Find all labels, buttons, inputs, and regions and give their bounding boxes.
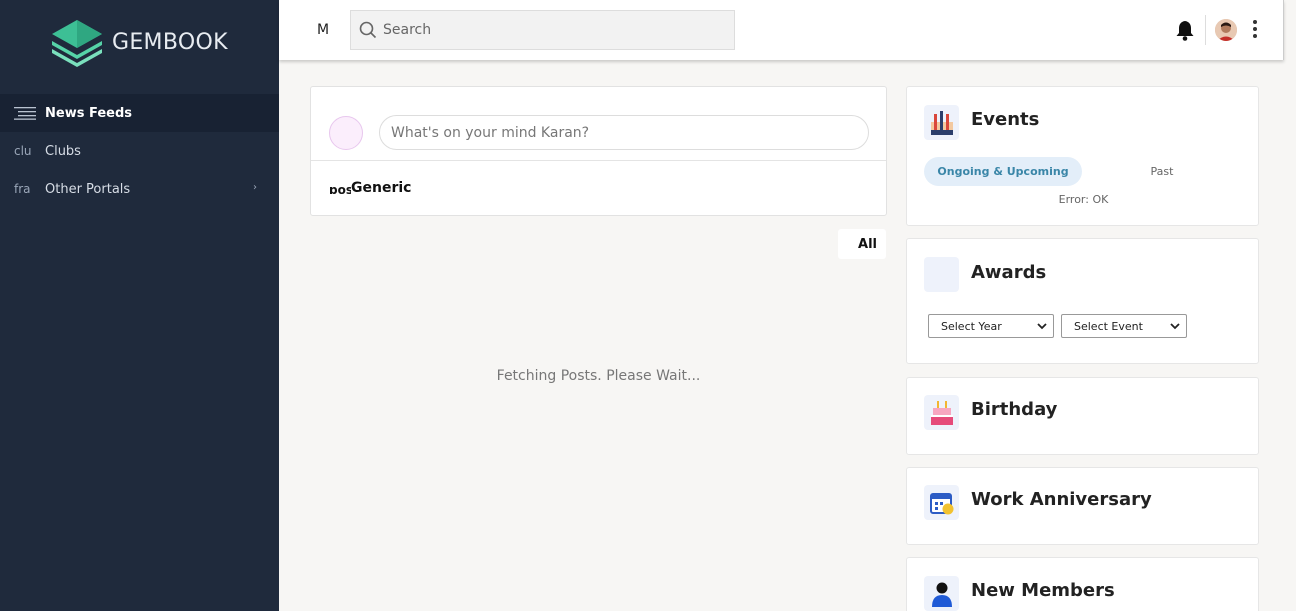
card-title: Awards xyxy=(971,262,1047,283)
sidebar: GEMBOOK News Feeds clu Clubs fra Other P… xyxy=(0,0,279,611)
chevron-right-icon: › xyxy=(253,182,257,193)
portals-icon: fra xyxy=(14,182,31,196)
awards-icon xyxy=(924,257,959,292)
birthday-card: Birthday xyxy=(906,377,1259,455)
card-title: Birthday xyxy=(971,399,1058,420)
calendar-icon xyxy=(924,485,959,520)
divider xyxy=(311,160,886,161)
work-anniversary-card: Work Anniversary xyxy=(906,467,1259,545)
tab-ongoing-upcoming[interactable]: Ongoing & Upcoming xyxy=(924,157,1082,186)
loading-text: Fetching Posts. Please Wait... xyxy=(496,368,701,384)
select-value: Select Event xyxy=(1074,319,1143,333)
brand-name: GEMBOOK xyxy=(112,29,228,55)
year-select[interactable]: Select Year xyxy=(928,314,1054,338)
avatar[interactable] xyxy=(1215,19,1237,41)
sidebar-item-clubs[interactable]: clu Clubs xyxy=(0,132,279,170)
post-composer: What's on your mind Karan? pos Generic xyxy=(310,86,887,216)
search-input[interactable] xyxy=(383,22,713,38)
sidebar-item-other-portals[interactable]: fra Other Portals › xyxy=(0,170,279,208)
layers-logo-icon xyxy=(52,20,102,67)
tab-generic[interactable]: pos Generic xyxy=(329,180,411,196)
chevron-down-icon xyxy=(1037,323,1047,330)
sidebar-item-label: Other Portals xyxy=(45,181,131,197)
sidebar-nav: News Feeds clu Clubs fra Other Portals › xyxy=(0,94,279,208)
card-title: Events xyxy=(971,109,1040,130)
tab-past[interactable]: Past xyxy=(1127,157,1197,186)
kebab-icon[interactable] xyxy=(1253,20,1257,38)
events-card: Events Ongoing & Upcoming Past Error: OK xyxy=(906,86,1259,226)
status-text: Error: OK xyxy=(1058,193,1109,206)
person-icon xyxy=(924,576,959,611)
topbar: M xyxy=(279,0,1284,60)
cake-icon xyxy=(924,395,959,430)
menu-toggle[interactable]: M xyxy=(317,22,329,38)
post-type-icon: pos xyxy=(329,183,351,194)
post-input[interactable]: What's on your mind Karan? xyxy=(379,115,869,150)
chevron-down-icon xyxy=(1170,323,1180,330)
brand[interactable]: GEMBOOK xyxy=(50,14,228,70)
search-icon xyxy=(359,21,377,39)
divider xyxy=(1205,15,1206,45)
bell-icon[interactable] xyxy=(1175,18,1195,42)
select-value: Select Year xyxy=(941,319,1002,333)
card-title: Work Anniversary xyxy=(971,489,1152,510)
search-box[interactable] xyxy=(350,10,735,50)
new-members-card: New Members xyxy=(906,557,1259,611)
event-select[interactable]: Select Event xyxy=(1061,314,1187,338)
avatar xyxy=(329,116,363,150)
filter-all-button[interactable]: All xyxy=(838,229,886,259)
tab-label: Generic xyxy=(351,180,412,196)
sidebar-item-label: News Feeds xyxy=(45,105,133,121)
sidebar-item-label: Clubs xyxy=(45,143,81,159)
events-icon xyxy=(924,105,959,140)
card-title: New Members xyxy=(971,580,1115,601)
menu-icon xyxy=(14,104,38,122)
awards-card: Awards Select Year Select Event xyxy=(906,238,1259,364)
clubs-icon: clu xyxy=(14,144,32,158)
sidebar-item-news-feeds[interactable]: News Feeds xyxy=(0,94,279,132)
